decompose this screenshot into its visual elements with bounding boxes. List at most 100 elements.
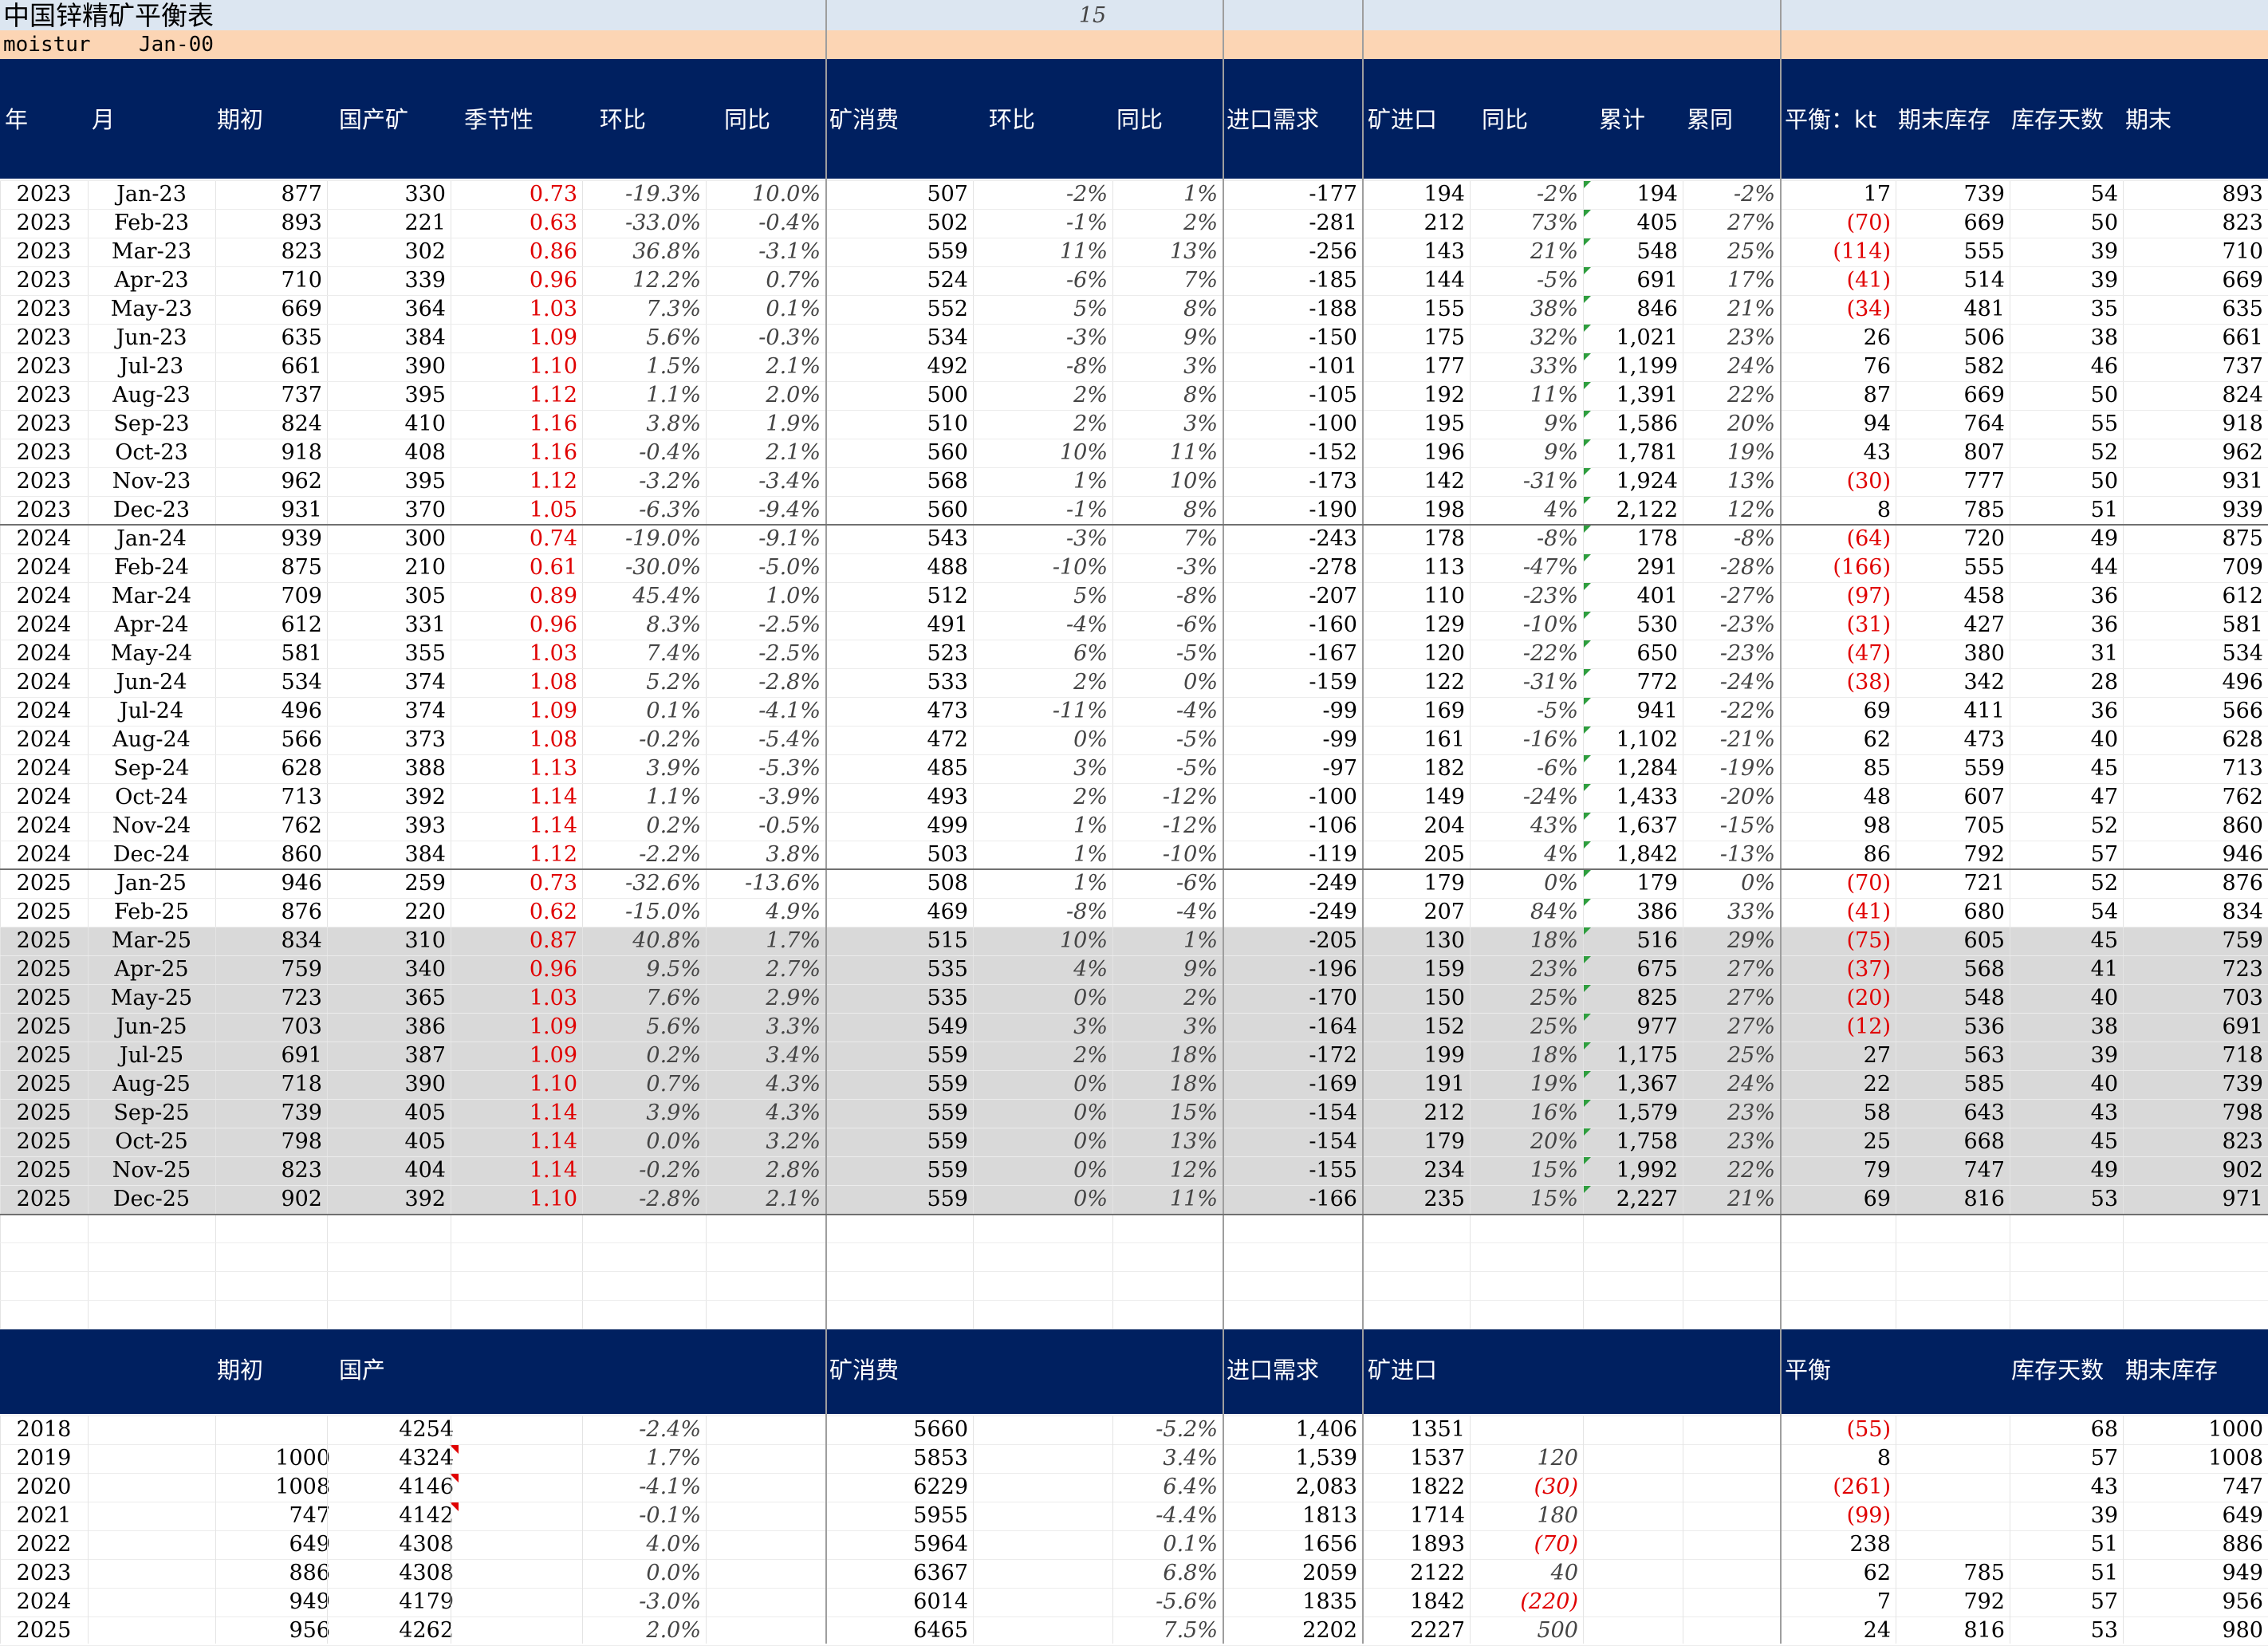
table-cell[interactable]: 5853: [825, 1444, 973, 1473]
table-cell[interactable]: 585: [1896, 1070, 2010, 1099]
table-cell[interactable]: 4308: [335, 1559, 459, 1588]
table-cell[interactable]: 1.1%: [582, 783, 706, 812]
table-cell[interactable]: (47): [1780, 640, 1896, 668]
table-cell[interactable]: (34): [1780, 295, 1896, 324]
table-cell[interactable]: -0.4%: [582, 439, 706, 467]
table-cell[interactable]: 365: [327, 984, 451, 1013]
table-cell[interactable]: 50: [2010, 209, 2123, 238]
table-cell[interactable]: 87: [1780, 381, 1896, 410]
table-cell[interactable]: 18%: [1112, 1042, 1223, 1070]
table-cell[interactable]: -3.0%: [582, 1588, 706, 1616]
table-cell[interactable]: 11%: [973, 238, 1112, 266]
table-cell[interactable]: 54: [2010, 180, 2123, 209]
table-cell[interactable]: 180: [1470, 1502, 1583, 1530]
table-cell[interactable]: 110: [1362, 582, 1470, 611]
table-cell[interactable]: 2,083: [1223, 1473, 1362, 1502]
table-cell[interactable]: 120: [1470, 1444, 1583, 1473]
table-cell[interactable]: -15%: [1683, 812, 1780, 841]
table-cell[interactable]: -3.4%: [706, 467, 825, 496]
table-cell[interactable]: 1.14: [451, 1156, 582, 1185]
table-cell[interactable]: 549: [825, 1013, 973, 1042]
table-cell[interactable]: 739: [2123, 1070, 2268, 1099]
table-cell[interactable]: -4%: [1112, 898, 1223, 927]
table-cell[interactable]: 10%: [1112, 467, 1223, 496]
table-cell[interactable]: 1893: [1362, 1530, 1470, 1559]
table-cell[interactable]: 41: [2010, 955, 2123, 984]
table-cell[interactable]: 628: [2123, 726, 2268, 754]
table-cell[interactable]: Jul-24: [88, 697, 215, 726]
table-cell[interactable]: 823: [2123, 1128, 2268, 1156]
table-cell[interactable]: [1896, 1530, 2010, 1559]
title-number[interactable]: 15: [1013, 0, 1172, 30]
table-cell[interactable]: -2%: [1470, 180, 1583, 209]
table-cell[interactable]: 2023: [0, 266, 88, 295]
table-cell[interactable]: 931: [215, 496, 327, 525]
table-cell[interactable]: 502: [825, 209, 973, 238]
table-cell[interactable]: 342: [1896, 668, 2010, 697]
table-cell[interactable]: 534: [215, 668, 327, 697]
table-cell[interactable]: -6%: [973, 266, 1112, 295]
table-cell[interactable]: (20): [1780, 984, 1896, 1013]
table-cell[interactable]: -6.3%: [582, 496, 706, 525]
table-cell[interactable]: 559: [825, 238, 973, 266]
table-cell[interactable]: 24: [1780, 1616, 1896, 1645]
table-cell[interactable]: 380: [1896, 640, 2010, 668]
table-cell[interactable]: 43%: [1470, 812, 1583, 841]
table-cell[interactable]: 488: [825, 553, 973, 582]
table-cell[interactable]: 1.09: [451, 1042, 582, 1070]
table-cell[interactable]: 2024: [0, 1588, 88, 1616]
table-cell[interactable]: 607: [1896, 783, 2010, 812]
table-cell[interactable]: [1896, 1473, 2010, 1502]
table-cell[interactable]: 946: [2123, 841, 2268, 869]
table-cell[interactable]: -2.2%: [582, 841, 706, 869]
table-cell[interactable]: 661: [2123, 324, 2268, 352]
table-cell[interactable]: 2025: [0, 1156, 88, 1185]
table-cell[interactable]: 739: [215, 1099, 327, 1128]
table-cell[interactable]: 2.1%: [706, 439, 825, 467]
table-cell[interactable]: 1,842: [1583, 841, 1683, 869]
table-cell[interactable]: 0%: [973, 1128, 1112, 1156]
table-cell[interactable]: 2%: [973, 410, 1112, 439]
table-cell[interactable]: 1%: [1112, 927, 1223, 955]
table-cell[interactable]: (30): [1470, 1473, 1583, 1502]
table-cell[interactable]: 4.0%: [582, 1530, 706, 1559]
table-cell[interactable]: 2025: [0, 869, 88, 898]
table-cell[interactable]: 1813: [1223, 1502, 1362, 1530]
table-cell[interactable]: (64): [1780, 525, 1896, 553]
table-cell[interactable]: 2.1%: [706, 1185, 825, 1214]
table-cell[interactable]: 364: [327, 295, 451, 324]
table-cell[interactable]: 1,199: [1583, 352, 1683, 381]
table-cell[interactable]: 15%: [1112, 1099, 1223, 1128]
table-cell[interactable]: 4.9%: [706, 898, 825, 927]
table-cell[interactable]: 1,433: [1583, 783, 1683, 812]
table-cell[interactable]: -10%: [1470, 611, 1583, 640]
table-cell[interactable]: 718: [215, 1070, 327, 1099]
table-cell[interactable]: 388: [327, 754, 451, 783]
table-cell[interactable]: 1714: [1362, 1502, 1470, 1530]
table-cell[interactable]: 762: [2123, 783, 2268, 812]
table-cell[interactable]: 823: [215, 1156, 327, 1185]
table-cell[interactable]: 98: [1780, 812, 1896, 841]
table-cell[interactable]: 1842: [1362, 1588, 1470, 1616]
table-cell[interactable]: 824: [215, 410, 327, 439]
table-cell[interactable]: 510: [825, 410, 973, 439]
table-cell[interactable]: 568: [1896, 955, 2010, 984]
table-cell[interactable]: 941: [1583, 697, 1683, 726]
table-cell[interactable]: Jun-23: [88, 324, 215, 352]
table-cell[interactable]: 816: [1896, 1616, 2010, 1645]
table-cell[interactable]: 0.96: [451, 266, 582, 295]
table-cell[interactable]: 7: [1780, 1588, 1896, 1616]
table-cell[interactable]: 2%: [973, 783, 1112, 812]
table-cell[interactable]: 649: [2123, 1502, 2268, 1530]
table-cell[interactable]: 12%: [1112, 1156, 1223, 1185]
table-cell[interactable]: 2025: [0, 1616, 88, 1645]
table-cell[interactable]: 169: [1362, 697, 1470, 726]
table-cell[interactable]: 3.9%: [582, 1099, 706, 1128]
table-cell[interactable]: -5.6%: [1112, 1588, 1223, 1616]
table-cell[interactable]: 581: [2123, 611, 2268, 640]
table-cell[interactable]: -13.6%: [706, 869, 825, 898]
table-cell[interactable]: -2.5%: [706, 640, 825, 668]
table-cell[interactable]: -19.0%: [582, 525, 706, 553]
table-cell[interactable]: 53: [2010, 1185, 2123, 1214]
table-cell[interactable]: 1.05: [451, 496, 582, 525]
